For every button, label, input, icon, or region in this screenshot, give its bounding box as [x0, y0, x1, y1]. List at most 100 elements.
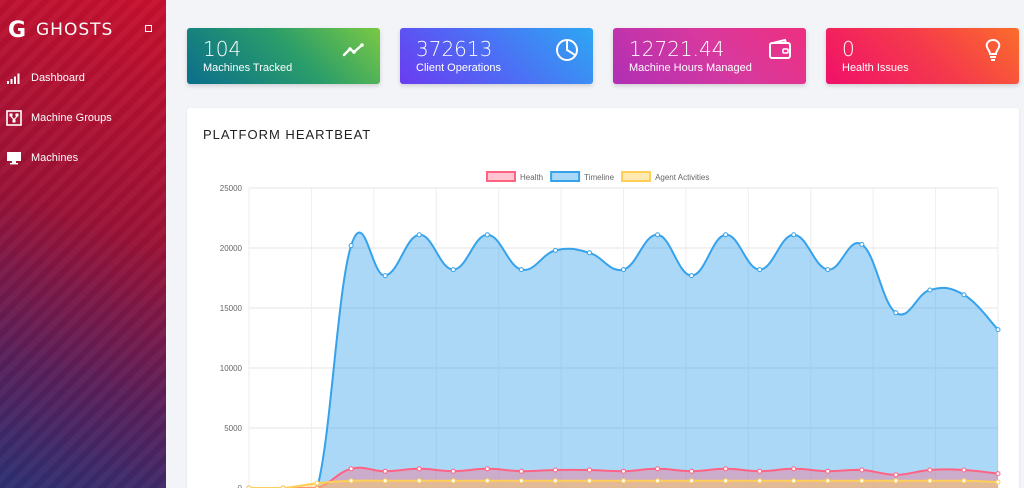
sidebar-item-dashboard[interactable]: Dashboard	[0, 58, 166, 98]
stat-value: 12721.44	[629, 37, 725, 61]
sidebar-item-label: Machines	[31, 152, 79, 164]
y-tick-label: 5000	[224, 424, 242, 433]
data-point	[314, 480, 320, 486]
wallet-icon	[769, 38, 791, 59]
y-tick-label: 10000	[220, 364, 243, 373]
data-point	[382, 478, 388, 484]
sidebar-item-label: Dashboard	[31, 72, 85, 84]
brand[interactable]: G GHOSTS	[8, 16, 158, 44]
data-point	[484, 466, 490, 472]
sidebar-toggle-icon[interactable]	[145, 25, 152, 32]
data-point	[961, 292, 967, 298]
heartbeat-panel: PLATFORM HEARTBEAT 050001000015000200002…	[187, 108, 1019, 488]
data-point	[961, 478, 967, 484]
sidebar-nav: Dashboard Machine Groups Machines	[0, 58, 166, 178]
data-point	[586, 250, 592, 256]
data-point	[621, 267, 626, 273]
data-point	[382, 468, 388, 474]
data-point	[416, 466, 422, 472]
data-point	[518, 478, 524, 484]
trend-line-icon	[342, 43, 364, 57]
stat-label: Health Issues	[842, 62, 909, 74]
stat-label: Client Operations	[416, 62, 501, 74]
stat-card-machines-tracked[interactable]: 104 Machines Tracked	[187, 28, 380, 84]
monitor-icon	[7, 152, 21, 165]
data-point	[450, 468, 456, 474]
network-icon	[6, 110, 22, 126]
stat-value: 372613	[416, 37, 493, 61]
stat-label: Machines Tracked	[203, 62, 293, 74]
legend-swatch-agent-activities	[621, 171, 652, 182]
data-point	[791, 478, 797, 484]
sidebar-item-machine-groups[interactable]: Machine Groups	[0, 98, 166, 138]
data-point	[552, 467, 558, 473]
data-point	[621, 468, 626, 474]
data-point	[859, 478, 865, 484]
data-point	[552, 247, 558, 253]
data-point	[689, 468, 695, 474]
data-point	[450, 267, 456, 273]
data-point	[484, 478, 490, 484]
signal-bars-icon	[7, 73, 20, 84]
data-point	[757, 468, 763, 474]
data-point	[757, 478, 763, 484]
data-point	[586, 478, 592, 484]
brand-name: GHOSTS	[36, 20, 114, 40]
stat-value: 0	[842, 37, 855, 61]
data-point	[791, 466, 797, 472]
data-point	[995, 471, 1001, 477]
brand-logo: G	[8, 17, 27, 43]
sidebar: G GHOSTS Dashboard Machine Groups Machin…	[0, 0, 166, 488]
data-point	[723, 232, 729, 238]
data-point	[586, 467, 592, 473]
data-point	[518, 468, 524, 474]
data-point	[348, 478, 354, 484]
data-point	[893, 478, 899, 484]
data-point	[416, 478, 422, 484]
stat-card-client-operations[interactable]: 372613 Client Operations	[400, 28, 593, 84]
sidebar-item-machines[interactable]: Machines	[0, 138, 166, 178]
data-point	[859, 241, 865, 247]
data-point	[927, 287, 933, 293]
data-point	[484, 232, 490, 238]
data-point	[348, 466, 354, 472]
y-tick-label: 15000	[220, 304, 243, 313]
data-point	[552, 478, 558, 484]
stat-card-machine-hours[interactable]: 12721.44 Machine Hours Managed	[613, 28, 806, 84]
data-point	[893, 310, 899, 316]
data-point	[723, 478, 729, 484]
stat-card-health-issues[interactable]: 0 Health Issues	[826, 28, 1019, 84]
data-point	[723, 466, 729, 472]
data-point	[655, 466, 661, 472]
data-point	[825, 478, 831, 484]
data-point	[825, 267, 831, 273]
legend-label-agent-activities: Agent Activities	[655, 173, 709, 182]
data-point	[382, 273, 388, 279]
data-point	[791, 232, 797, 238]
data-point	[757, 267, 763, 273]
stat-label: Machine Hours Managed	[629, 62, 752, 74]
pie-chart-icon	[556, 39, 578, 61]
data-point	[995, 479, 1001, 485]
data-point	[518, 267, 524, 273]
data-point	[416, 232, 422, 238]
data-point	[689, 273, 695, 279]
data-point	[655, 232, 661, 238]
legend-swatch-health	[486, 171, 516, 182]
legend-swatch-timeline	[550, 171, 581, 182]
data-point	[621, 478, 626, 484]
stat-value: 104	[203, 37, 242, 61]
lightbulb-icon	[985, 38, 1001, 61]
data-point	[859, 467, 865, 473]
heartbeat-chart: 0 5000 10000 15000 20000 25000 Health Timeline A…	[220, 171, 1001, 488]
data-point	[450, 478, 456, 484]
legend-label-health: Health	[520, 173, 543, 182]
data-point	[995, 327, 1001, 333]
y-tick-label: 0	[238, 484, 243, 488]
data-point	[348, 243, 354, 249]
data-point	[961, 467, 967, 473]
data-point	[927, 467, 933, 473]
data-point	[893, 472, 899, 478]
legend-label-timeline: Timeline	[584, 173, 614, 182]
data-point	[655, 478, 661, 484]
